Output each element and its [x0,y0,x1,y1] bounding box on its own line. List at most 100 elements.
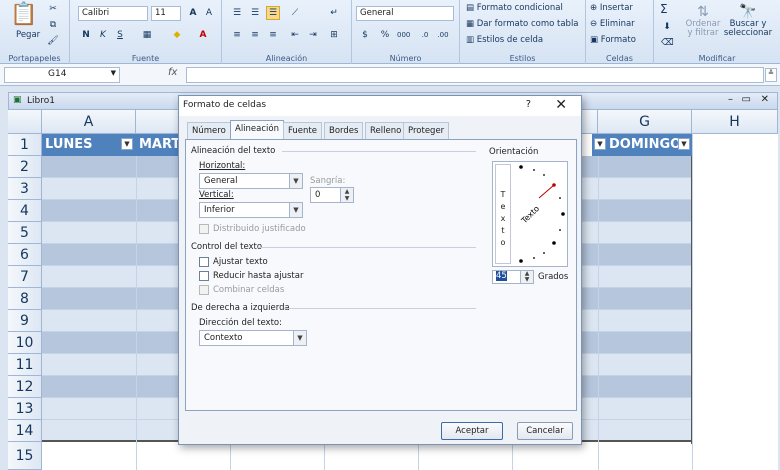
paste-icon[interactable]: 📋 [10,2,37,27]
row-header-13[interactable]: 13 [8,398,42,420]
help-button[interactable]: ? [526,99,531,110]
autosum-button[interactable]: Σ [660,2,668,16]
filter-dropdown-icon[interactable]: ▼ [594,138,606,150]
row-header-6[interactable]: 6 [8,244,42,266]
merge-cells-checkbox[interactable] [199,285,209,295]
tab-proteger[interactable]: Proteger [403,122,450,140]
row-header-10[interactable]: 10 [8,332,42,354]
column-header-g[interactable]: G [598,110,692,134]
row-header-15[interactable]: 15 [8,442,42,470]
row-header-12[interactable]: 12 [8,376,42,398]
column-header-a[interactable]: A [42,110,136,134]
filter-dropdown-icon[interactable]: ▼ [678,138,690,150]
shrink-to-fit-checkbox[interactable] [199,271,209,281]
sort-filter-button[interactable]: ⇅ Ordenar y filtrar [684,4,722,38]
column-header-h[interactable]: H [692,110,778,134]
borders-icon[interactable]: ▦ [140,28,154,42]
insert-function-button[interactable]: fx [168,67,177,78]
minimize-icon[interactable]: – [728,94,733,105]
insert-button[interactable]: ⊕ Insertar [590,3,633,13]
underline-button[interactable]: S [113,28,127,42]
row-header-4[interactable]: 4 [8,200,42,222]
alignment-group: ☰ ☰ ☰ ⟋ ↵ ≡ ≡ ≡ ⇤ ⇥ ⊞ Alineación [222,0,352,64]
wrap-text-icon[interactable]: ↵ [327,6,341,20]
wrap-text-checkbox[interactable] [199,257,209,267]
decrease-indent-icon[interactable]: ⇤ [288,28,302,42]
spinner-arrows-icon[interactable]: ▲ ▼ [340,188,353,202]
ok-button[interactable]: Aceptar [441,422,503,440]
font-color-icon[interactable]: A [196,28,210,42]
tab-fuente[interactable]: Fuente [283,122,322,140]
row-header-7[interactable]: 7 [8,266,42,288]
row-header-9[interactable]: 9 [8,310,42,332]
align-top-icon[interactable]: ☰ [230,6,244,20]
row-header-5[interactable]: 5 [8,222,42,244]
increase-indent-icon[interactable]: ⇥ [306,28,320,42]
name-box[interactable]: G14 ▼ [4,67,120,83]
align-center-icon[interactable]: ≡ [248,28,262,42]
spinner-arrows-icon[interactable]: ▲ ▼ [520,271,533,283]
degrees-spinner[interactable]: 45 ▲ ▼ [492,270,534,284]
horizontal-select[interactable]: General ▼ [199,173,303,189]
cell-styles-button[interactable]: ▥ Estilos de celda [466,35,543,45]
number-format-select[interactable]: General [356,6,454,21]
shrink-font-icon[interactable]: A [202,6,216,20]
orientation-icon[interactable]: ⟋ [288,6,302,20]
fill-icon[interactable]: ⬇ [660,20,674,34]
vertical-select[interactable]: Inferior ▼ [199,202,303,218]
percent-button[interactable]: % [378,28,392,42]
currency-icon[interactable]: $ [358,28,372,42]
row-header-14[interactable]: 14 [8,420,42,442]
format-painter-icon[interactable]: 🖌 [46,34,60,48]
justify-distributed-checkbox[interactable] [199,224,209,234]
font-family-select[interactable]: Calibri [78,6,148,21]
close-icon[interactable]: ✕ [761,94,769,105]
clear-icon[interactable]: ⌫ [660,36,674,50]
tab-alineacion[interactable]: Alineación [230,120,284,140]
row-header-3[interactable]: 3 [8,178,42,200]
decrease-decimal-icon[interactable]: .00 [436,28,450,42]
italic-button[interactable]: K [96,28,110,42]
fill-color-icon[interactable]: ◆ [170,28,184,42]
bold-button[interactable]: N [79,28,93,42]
conditional-format-button[interactable]: ▤ Formato condicional [466,3,563,13]
tab-numero[interactable]: Número [187,122,231,140]
delete-button[interactable]: ⊖ Eliminar [590,19,635,29]
format-button[interactable]: ▣ Formato [590,35,636,45]
header-cell-domingo[interactable]: ▼ DOMINGO ▼ [592,134,692,156]
increase-decimal-icon[interactable]: .0 [418,28,432,42]
dialog-close-button[interactable]: ✕ [555,97,567,113]
orientation-dial[interactable]: Texto [513,162,569,266]
thousands-button[interactable]: 000 [396,28,410,42]
align-right-icon[interactable]: ≡ [266,28,280,42]
align-middle-icon[interactable]: ☰ [248,6,262,20]
indent-spinner[interactable]: 0 ▲ ▼ [310,187,354,203]
align-bottom-icon[interactable]: ☰ [266,6,280,20]
delete-icon: ⊖ [590,19,600,29]
expand-formula-icon[interactable]: ≚ [765,68,777,82]
row-header-2[interactable]: 2 [8,156,42,178]
tab-bordes[interactable]: Bordes [324,122,364,140]
select-all-corner[interactable] [8,110,42,134]
cancel-button[interactable]: Cancelar [517,422,573,440]
copy-icon[interactable]: ⧉ [46,18,60,32]
cut-icon[interactable]: ✂ [46,2,60,16]
font-size-select[interactable]: 11 [151,6,181,21]
find-select-button[interactable]: 🔭 Buscar y seleccionar [720,4,776,38]
filter-dropdown-icon[interactable]: ▼ [121,138,133,150]
restore-icon[interactable]: ▭ [742,94,751,105]
tab-relleno[interactable]: Relleno [365,122,407,140]
row-header-11[interactable]: 11 [8,354,42,376]
align-left-icon[interactable]: ≡ [230,28,244,42]
grow-font-icon[interactable]: A [186,6,200,20]
orientation-box[interactable]: Texto Texto [492,161,568,267]
merge-center-icon[interactable]: ⊞ [327,28,341,42]
format-as-table-button[interactable]: ▦ Dar formato como tabla [466,19,579,29]
row-header-8[interactable]: 8 [8,288,42,310]
vertical-text-button[interactable]: Texto [495,164,511,264]
paste-button[interactable]: Pegar [16,30,40,40]
formula-input[interactable] [186,67,764,83]
row-header-1[interactable]: 1 [8,134,42,156]
text-direction-select[interactable]: Contexto ▼ [199,330,307,346]
header-cell-lunes[interactable]: LUNES ▼ [42,134,136,156]
